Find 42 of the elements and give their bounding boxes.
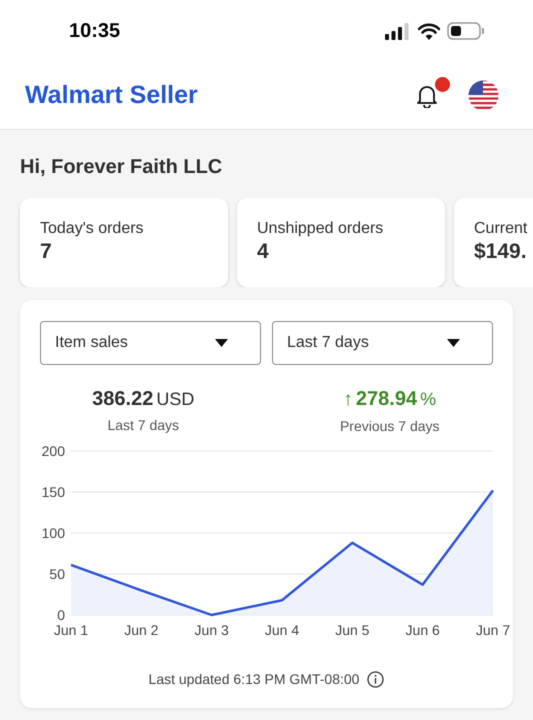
- stat-card[interactable]: Today's orders 7: [20, 198, 228, 287]
- y-tick-label: 0: [57, 606, 65, 622]
- stat-label: Today's orders: [40, 219, 145, 239]
- y-tick-label: 50: [49, 566, 65, 582]
- change-caption: Previous 7 days: [340, 416, 440, 436]
- greeting: Hi, Forever Faith LLC: [19, 155, 224, 180]
- stat-card[interactable]: Current $149.: [454, 198, 533, 287]
- info-icon[interactable]: [367, 670, 384, 688]
- stat-card[interactable]: Unshipped orders 4: [237, 198, 445, 287]
- x-tick-label: Jun 1: [54, 622, 88, 638]
- battery-icon: [447, 22, 485, 40]
- y-tick-label: 200: [42, 442, 65, 458]
- app-title: Walmart Seller: [25, 80, 198, 111]
- stat-value: 4: [257, 239, 270, 265]
- dropdown[interactable]: Last 7 days: [272, 321, 493, 365]
- flag-icon[interactable]: [468, 80, 499, 111]
- caret-icon: [215, 339, 228, 347]
- total-caption: Last 7 days: [107, 416, 180, 435]
- y-tick-label: 150: [42, 484, 65, 500]
- sales-total: 386.22: [92, 387, 154, 412]
- stat-label: Unshipped orders: [257, 219, 384, 239]
- x-tick-label: Jun 3: [194, 622, 229, 638]
- change-value: 278.94: [356, 387, 418, 412]
- x-tick-label: Jun 5: [335, 622, 370, 638]
- bell-icon: [416, 84, 438, 108]
- percent-unit: %: [420, 388, 436, 411]
- wifi-icon: [418, 22, 440, 40]
- x-tick-label: Jun 4: [264, 622, 300, 638]
- stat-value: 7: [40, 239, 53, 265]
- up-arrow-icon: ↑: [343, 386, 353, 414]
- x-tick-label: Jun 7: [476, 622, 510, 638]
- dropdown[interactable]: Item sales: [40, 321, 261, 365]
- x-tick-label: Jun 6: [406, 622, 440, 638]
- last-updated: Last updated 6:13 PM GMT-08:00: [148, 670, 360, 689]
- x-tick-label: Jun 2: [124, 622, 158, 638]
- status-time: 10:35: [69, 19, 120, 44]
- y-tick-label: 100: [42, 524, 65, 540]
- stat-label: Current: [474, 219, 528, 239]
- stat-value: $149.: [474, 239, 528, 265]
- signal-icon: [385, 22, 411, 40]
- currency-unit: USD: [156, 388, 194, 411]
- caret-icon: [447, 339, 460, 347]
